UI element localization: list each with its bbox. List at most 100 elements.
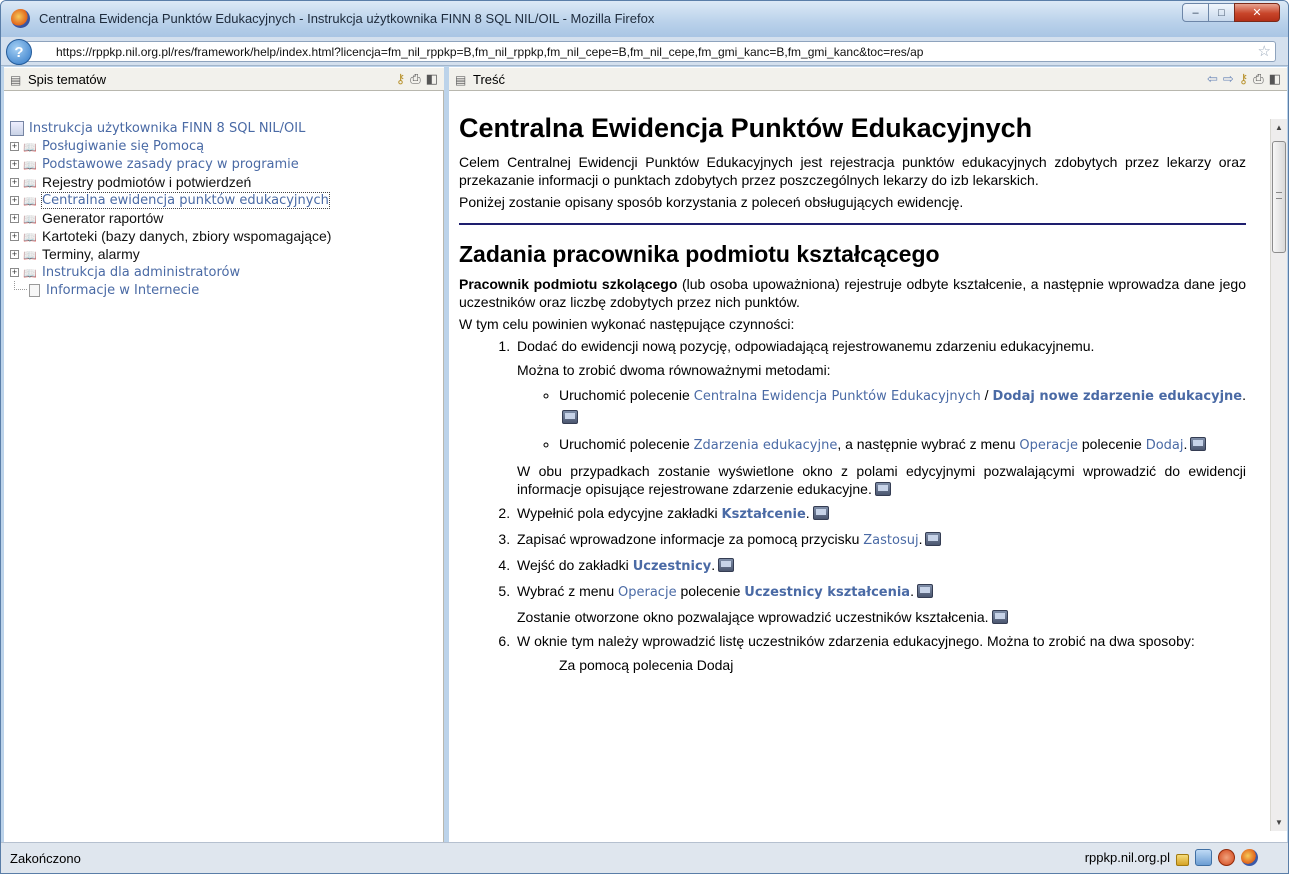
toc-item-internet[interactable]: Informacje w Internecie (10, 281, 331, 299)
toc-item-terminy[interactable]: + 📖 Terminy, alarmy (10, 245, 331, 263)
url-text[interactable]: https://rppkp.nil.org.pl/res/framework/h… (56, 45, 1245, 59)
toc-item-generator[interactable]: + 📖 Generator raportów (10, 209, 331, 227)
forward-arrow-icon[interactable]: ⇨ (1223, 71, 1234, 87)
toc-root[interactable]: Instrukcja użytkownika FINN 8 SQL NIL/OI… (10, 119, 331, 137)
maximize-button[interactable]: □ (1208, 3, 1235, 22)
toc-item-label[interactable]: Generator raportów (42, 210, 163, 226)
book-icon: 📖 (23, 213, 37, 226)
back-arrow-icon[interactable]: ⇦ (1207, 71, 1218, 87)
screenshot-icon[interactable] (916, 584, 933, 598)
firefox-status-icon[interactable] (1241, 849, 1258, 866)
close-button[interactable]: ✕ (1234, 3, 1280, 22)
punctuation: . (711, 557, 716, 573)
toc-item-rejestry[interactable]: + 📖 Rejestry podmiotów i potwierdzeń (10, 173, 331, 191)
screenshot-icon[interactable] (1190, 437, 1207, 451)
book-icon: 📖 (23, 141, 37, 154)
screenshot-icon[interactable] (874, 482, 891, 496)
toc-item-label[interactable]: Podstawowe zasady pracy w programie (42, 157, 299, 172)
tab-ksztalcenie-link[interactable]: Kształcenie (722, 507, 806, 522)
step-subtext-text: Zostanie otworzone okno pozwalające wpro… (517, 609, 989, 625)
toc-item-cepe[interactable]: + 📖 Centralna ewidencja punktów edukacyj… (10, 191, 331, 209)
punctuation: . (805, 505, 810, 521)
step-item: W oknie tym należy wprowadzić listę ucze… (514, 632, 1246, 674)
expand-icon[interactable]: + (10, 213, 19, 223)
expand-icon[interactable]: + (10, 159, 19, 169)
toc-item-zasady[interactable]: + 📖 Podstawowe zasady pracy w programie (10, 155, 331, 173)
screenshot-icon[interactable] (562, 410, 578, 424)
toc-item-label[interactable]: Kartoteki (bazy danych, zbiory wspomagaj… (42, 228, 331, 244)
operations-link[interactable]: Operacje (618, 585, 677, 600)
step-note: W obu przypadkach zostanie wyświetlone o… (517, 462, 1246, 498)
toc-item-label[interactable]: Instrukcja dla administratorów (42, 265, 240, 280)
step-subtext: Można to zrobić dwoma równoważnymi metod… (517, 362, 831, 378)
site-identity-icon[interactable]: ? (6, 39, 32, 65)
punctuation: . (1242, 387, 1247, 403)
step-item: Wybrać z menu Operacje polecenie Uczestn… (514, 582, 1246, 626)
intro-paragraph: Celem Centralnej Ewidencji Punktów Eduka… (459, 154, 1246, 188)
tab-uczestnicy-link[interactable]: Uczestnicy (633, 559, 712, 574)
vertical-scrollbar[interactable]: ▲ ▼ (1270, 119, 1287, 831)
step-text: Dodać do ewidencji nową pozycję, odpowia… (517, 338, 1095, 354)
toc-item-pomoc[interactable]: + 📖 Posługiwanie się Pomocą (10, 137, 331, 155)
expand-icon[interactable]: + (10, 195, 19, 205)
help-article: Centralna Ewidencja Punktów Edukacyjnych… (459, 113, 1246, 680)
apply-button-link[interactable]: Zastosuj (863, 533, 918, 548)
key-icon[interactable]: ⚷ (396, 71, 406, 87)
step-text: polecenie (676, 583, 745, 599)
screenshot-icon[interactable] (718, 558, 735, 572)
content-header: ▤ Treść ⇦ ⇨ ⚷ ⎙ ◧ (449, 67, 1287, 91)
collapse-pane-icon[interactable]: ◧ (1269, 71, 1281, 87)
step-text: Wypełnić pola edycyjne zakładki (517, 505, 722, 521)
toc-toolbar: ⚷ ⎙ ◧ (396, 71, 438, 87)
minimize-button[interactable]: – (1182, 3, 1209, 22)
expand-icon[interactable]: + (10, 267, 19, 277)
screenshot-icon[interactable] (812, 506, 829, 520)
collapse-pane-icon[interactable]: ◧ (426, 71, 438, 87)
toc-item-admin[interactable]: + 📖 Instrukcja dla administratorów (10, 263, 331, 281)
add-link[interactable]: Dodaj (1146, 438, 1184, 453)
toc-item-label[interactable]: Centralna ewidencja punktów edukacyjnych (41, 191, 330, 209)
screenshot-icon[interactable] (991, 610, 1008, 624)
bookmark-star-icon[interactable]: ☆ (1258, 42, 1271, 60)
steps-list: Dodać do ewidencji nową pozycję, odpowia… (514, 337, 1246, 674)
expand-icon[interactable]: + (10, 231, 19, 241)
step-text: W oknie tym należy wprowadzić listę ucze… (517, 633, 1195, 649)
step-item: Wejść do zakładki Uczestnicy. (514, 556, 1246, 576)
scroll-thumb[interactable] (1272, 141, 1286, 253)
expand-icon[interactable]: + (10, 249, 19, 259)
block-icon[interactable] (1218, 849, 1235, 866)
url-field[interactable]: ? https://rppkp.nil.org.pl/res/framework… (6, 39, 1276, 65)
key-icon[interactable]: ⚷ (1239, 71, 1249, 87)
step-subtext: Zostanie otworzone okno pozwalające wpro… (517, 608, 1246, 626)
toc-item-label[interactable]: Posługiwanie się Pomocą (42, 139, 204, 154)
screenshot-icon[interactable] (925, 532, 942, 546)
expand-icon[interactable]: + (10, 177, 19, 187)
browser-window: Centralna Ewidencja Punktów Edukacyjnych… (0, 0, 1289, 874)
content-pane: Centralna Ewidencja Punktów Edukacyjnych… (449, 91, 1287, 842)
scroll-down-icon[interactable]: ▼ (1271, 814, 1287, 831)
expand-icon[interactable]: + (10, 141, 19, 151)
book-icon: 📖 (23, 195, 37, 208)
method-text: Uruchomić polecenie (559, 387, 694, 403)
toc-item-label[interactable]: Terminy, alarmy (42, 246, 140, 262)
section-divider (459, 223, 1246, 225)
toc-item-label[interactable]: Informacje w Internecie (46, 283, 199, 298)
toc-root-label[interactable]: Instrukcja użytkownika FINN 8 SQL NIL/OI… (29, 121, 305, 136)
mail-icon[interactable] (1195, 849, 1212, 866)
print-icon[interactable]: ⎙ (410, 71, 420, 87)
cepe-menu-link[interactable]: Centralna Ewidencja Punktów Edukacyjnych (694, 389, 981, 404)
events-link[interactable]: Zdarzenia edukacyjne (694, 438, 838, 453)
lock-icon[interactable] (1176, 853, 1189, 866)
operations-link[interactable]: Operacje (1019, 438, 1078, 453)
participants-link[interactable]: Uczestnicy kształcenia (744, 585, 910, 600)
toc-item-label[interactable]: Rejestry podmiotów i potwierdzeń (42, 174, 251, 190)
grip-icon (1276, 192, 1282, 199)
page-icon (29, 283, 40, 297)
toc-item-kartoteki[interactable]: + 📖 Kartoteki (bazy danych, zbiory wspom… (10, 227, 331, 245)
step-text: Wybrać z menu (517, 583, 619, 599)
scroll-up-icon[interactable]: ▲ (1271, 119, 1287, 136)
step-item: Zapisać wprowadzone informacje za pomocą… (514, 530, 1246, 550)
firefox-icon (11, 9, 30, 28)
print-icon[interactable]: ⎙ (1253, 71, 1263, 87)
add-event-link[interactable]: Dodaj nowe zdarzenie edukacyjne (993, 389, 1243, 404)
